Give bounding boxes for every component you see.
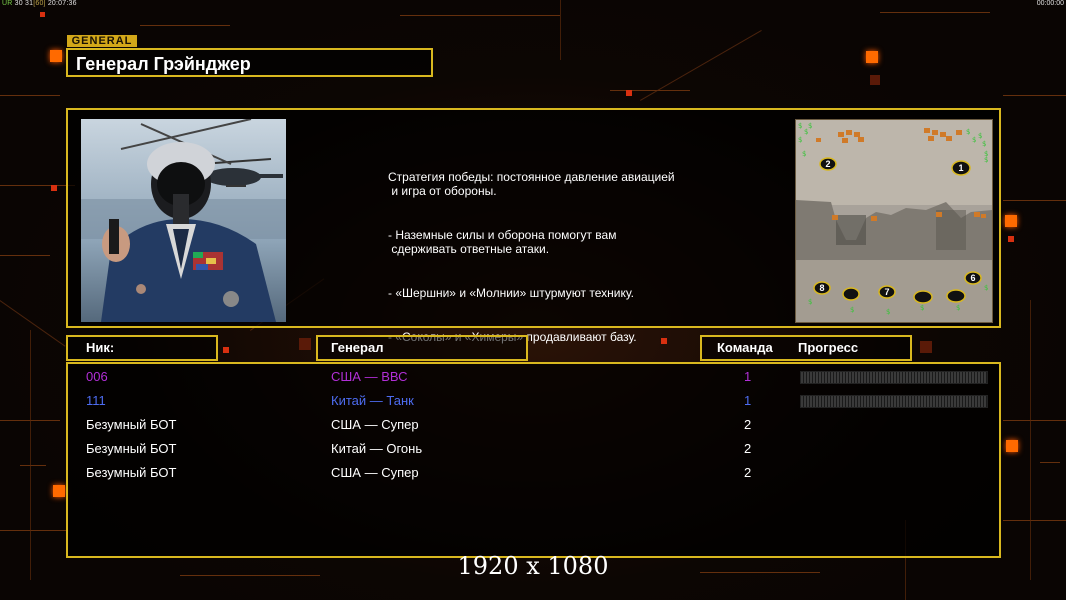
player-general: США — Супер [331, 417, 419, 432]
bg-light [51, 185, 57, 191]
bg-line [30, 330, 31, 580]
map-slot-label: 8 [819, 283, 824, 293]
map-slot-label: 6 [970, 273, 975, 283]
bg-light [53, 485, 65, 497]
svg-text:$: $ [798, 122, 802, 130]
bg-line [400, 15, 560, 16]
svg-text:$: $ [886, 308, 890, 316]
strategy-line: - Наземные силы и оборона помогут вам сд… [388, 228, 617, 256]
player-team: 2 [744, 465, 752, 480]
general-portrait [81, 119, 286, 322]
bg-line [1003, 95, 1066, 96]
map-preview[interactable]: $ $ $ $ $ $ $ $ $ $ $ $ $ $ $ $ $ 2 1 6 … [795, 119, 993, 323]
player-row: Безумный БОТ Китай — Огонь 2 [68, 439, 999, 461]
player-list: 006 США — ВВС 1 111 Китай — Танк 1 Безум… [66, 362, 1001, 558]
bg-line [0, 530, 66, 531]
svg-text:$: $ [966, 128, 970, 136]
bg-light [870, 75, 880, 85]
bg-light [866, 51, 878, 63]
svg-text:$: $ [808, 298, 812, 306]
bg-line [880, 12, 990, 13]
status-clock: 20:07:36 [47, 0, 77, 7]
player-team: 2 [744, 441, 752, 456]
player-team: 2 [744, 417, 752, 432]
bg-line [20, 465, 46, 466]
player-row: Безумный БОТ США — Супер 2 [68, 415, 999, 437]
player-team: 1 [744, 369, 752, 384]
svg-text:$: $ [984, 156, 988, 164]
bg-line [560, 0, 561, 60]
player-nick: 111 [86, 393, 106, 408]
svg-text:$: $ [982, 140, 986, 148]
status-value: 30 [14, 0, 23, 7]
player-nick: Безумный БОТ [86, 465, 177, 480]
team-header-label: Команда [717, 340, 773, 355]
map-preview-image: $$$ $$ $ $$ $$$ $$ $ $ $$ 2 1 6 8 7 [796, 120, 992, 322]
loading-progress-bar [800, 395, 988, 408]
general-name: Генерал Грэйнджер [76, 54, 251, 74]
general-column-header: Генерал [316, 335, 528, 361]
bg-light [299, 338, 311, 350]
bg-light [920, 341, 932, 353]
svg-text:$: $ [808, 122, 812, 130]
fps-counter: UR 30 31[60] 20:07:36 [2, 0, 77, 7]
bg-line [1003, 520, 1066, 521]
bg-line [1003, 420, 1066, 421]
svg-text:$: $ [984, 284, 988, 292]
bg-light [50, 50, 62, 62]
strategy-line: - «Шершни» и «Молнии» штурмуют технику. [388, 286, 634, 300]
status-value: 31 [25, 0, 34, 7]
general-tag: GENERAL [67, 35, 137, 47]
svg-text:$: $ [978, 132, 982, 140]
svg-text:$: $ [850, 306, 854, 314]
map-slot-label: 7 [884, 287, 889, 297]
general-info-panel: Стратегия победы: постоянное давление ав… [66, 108, 1001, 344]
general-portrait-image [81, 119, 286, 322]
status-value: [60] [33, 0, 46, 7]
player-nick: Безумный БОТ [86, 441, 177, 456]
nick-header-label: Ник: [86, 340, 115, 355]
loading-progress-bar [800, 371, 988, 384]
progress-header-label: Прогресс [798, 340, 859, 355]
svg-text:$: $ [802, 150, 806, 158]
bg-line [0, 185, 75, 186]
bg-line [610, 90, 690, 91]
bg-light [626, 90, 632, 96]
bg-line [0, 255, 50, 256]
svg-text:$: $ [972, 136, 976, 144]
general-header-label: Генерал [331, 340, 384, 355]
bg-line [1030, 300, 1031, 580]
bg-line [1040, 462, 1060, 463]
bg-light [1008, 236, 1014, 242]
player-nick: Безумный БОТ [86, 417, 177, 432]
bg-light [1005, 215, 1017, 227]
player-row: Безумный БОТ США — Супер 2 [68, 463, 999, 485]
general-title-box: Генерал Грэйнджер [66, 48, 433, 77]
bg-line [1003, 200, 1066, 201]
bg-line [140, 25, 230, 26]
bg-light [223, 347, 229, 353]
player-nick: 006 [86, 369, 108, 384]
bg-light [1006, 440, 1018, 452]
nick-column-header: Ник: [66, 335, 218, 361]
bg-line [0, 95, 60, 96]
status-label: UR [2, 0, 13, 7]
strategy-line: Стратегия победы: постоянное давление ав… [388, 170, 675, 198]
team-progress-column-header: Команда Прогресс [700, 335, 912, 361]
player-row: 111 Китай — Танк 1 [68, 391, 999, 413]
player-general: США — ВВС [331, 369, 408, 384]
player-general: США — Супер [331, 465, 419, 480]
player-row: 006 США — ВВС 1 [68, 367, 999, 389]
svg-text:$: $ [956, 304, 960, 312]
resolution-label: 1920 x 1080 [457, 552, 609, 580]
player-general: Китай — Танк [331, 393, 414, 408]
player-general: Китай — Огонь [331, 441, 423, 456]
map-slot-label: 1 [958, 163, 963, 173]
map-slot-label: 2 [825, 159, 830, 169]
player-team: 1 [744, 393, 752, 408]
svg-text:$: $ [798, 136, 802, 144]
bg-light [40, 12, 45, 17]
game-timer: 00:00:00 [1036, 0, 1064, 7]
svg-text:$: $ [920, 304, 924, 312]
